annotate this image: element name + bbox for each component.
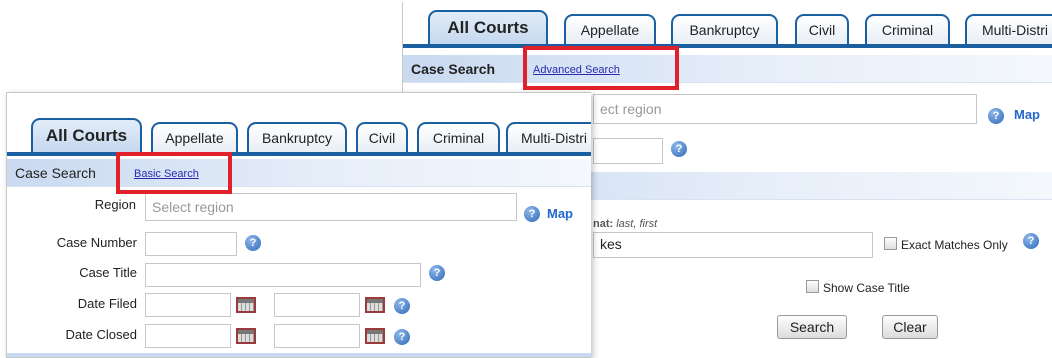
case-number-label: Case Number <box>56 235 137 250</box>
date-closed-from-input[interactable] <box>145 324 231 348</box>
show-case-title-checkbox[interactable] <box>806 280 819 293</box>
date-filed-label: Date Filed <box>77 296 137 311</box>
help-icon[interactable]: ? <box>394 298 410 314</box>
calendar-icon[interactable] <box>236 297 256 313</box>
tab-all-courts[interactable]: All Courts <box>31 118 142 152</box>
basic-search-highlight <box>116 152 232 194</box>
court-tabs: All Courts Appellate Bankruptcy Civil Cr… <box>403 2 1052 48</box>
tab-multi-district[interactable]: Multi-Distri <box>965 14 1052 44</box>
calendar-icon[interactable] <box>365 297 385 313</box>
clear-button[interactable]: Clear <box>882 315 938 339</box>
help-icon[interactable]: ? <box>988 108 1004 124</box>
tab-appellate[interactable]: Appellate <box>564 14 656 44</box>
calendar-icon[interactable] <box>365 328 385 344</box>
case-search-label: Case Search <box>411 61 496 77</box>
map-link[interactable]: Map <box>547 206 573 221</box>
date-filed-to-input[interactable] <box>274 293 360 317</box>
advanced-search-highlight <box>523 46 679 90</box>
date-filed-from-input[interactable] <box>145 293 231 317</box>
exact-matches-label: Exact Matches Only <box>901 238 1008 252</box>
advanced-search-panel: All Courts Appellate Bankruptcy Civil Cr… <box>6 92 591 358</box>
court-tabs: All Courts Appellate Bankruptcy Civil Cr… <box>7 93 591 156</box>
exact-matches-checkbox[interactable] <box>884 237 897 250</box>
name-format-hint: nat: last, first <box>593 218 658 230</box>
tab-civil[interactable]: Civil <box>795 14 849 44</box>
case-number-input[interactable] <box>145 232 237 256</box>
party-name-input[interactable]: kes <box>593 232 873 258</box>
tab-bankruptcy[interactable]: Bankruptcy <box>671 14 778 44</box>
tab-civil[interactable]: Civil <box>356 122 408 152</box>
tab-multi-district[interactable]: Multi-Distri <box>506 122 591 152</box>
tab-appellate[interactable]: Appellate <box>151 122 238 152</box>
region-select[interactable]: Select region <box>145 193 517 221</box>
date-closed-label: Date Closed <box>65 327 137 342</box>
search-subbar: Case Search Advanced Search <box>403 55 1052 83</box>
help-icon[interactable]: ? <box>429 265 445 281</box>
calendar-icon[interactable] <box>236 328 256 344</box>
show-case-title-label: Show Case Title <box>823 281 910 295</box>
section-divider <box>7 353 591 357</box>
search-button[interactable]: Search <box>777 315 847 339</box>
help-icon[interactable]: ? <box>524 206 540 222</box>
help-icon[interactable]: ? <box>671 141 687 157</box>
case-title-input[interactable] <box>145 263 421 287</box>
search-subbar: Case Search Basic Search <box>7 159 591 187</box>
tab-bankruptcy[interactable]: Bankruptcy <box>247 122 347 152</box>
tab-criminal[interactable]: Criminal <box>865 14 950 44</box>
region-select[interactable]: ect region <box>593 94 977 124</box>
case-title-label: Case Title <box>79 265 137 280</box>
help-icon[interactable]: ? <box>394 329 410 345</box>
map-link[interactable]: Map <box>1014 107 1040 122</box>
help-icon[interactable]: ? <box>245 235 261 251</box>
tab-all-courts[interactable]: All Courts <box>428 10 548 44</box>
tab-criminal[interactable]: Criminal <box>417 122 500 152</box>
help-icon[interactable]: ? <box>1023 233 1039 249</box>
case-number-input[interactable] <box>593 138 663 164</box>
date-closed-to-input[interactable] <box>274 324 360 348</box>
region-label: Region <box>94 197 136 212</box>
case-search-label: Case Search <box>15 165 96 181</box>
